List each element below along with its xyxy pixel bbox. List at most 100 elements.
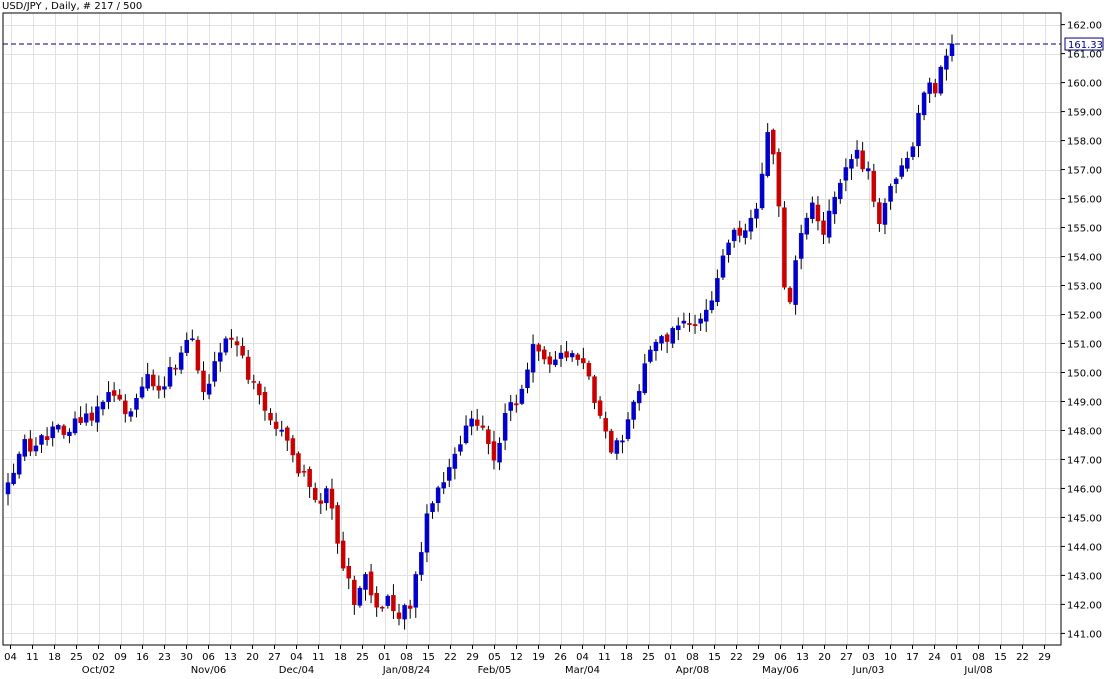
x-day-label: 15 [994, 652, 1007, 663]
x-axis: 04 11 18 25 02 09 16 23 30 06 13 20 27 04 11 18 25 01 08 15… [4, 645, 1051, 676]
candle-body [44, 436, 50, 440]
x-day-label: 19 [532, 652, 545, 663]
candle-body [916, 113, 921, 147]
x-day-label: 11 [26, 652, 39, 663]
candle-body [692, 324, 698, 326]
candle-body [530, 344, 536, 373]
candle-body [899, 165, 904, 177]
x-month-label: Apr/08 [676, 665, 709, 676]
candle-body [50, 426, 55, 439]
candle-body [653, 341, 659, 352]
x-day-label: 06 [202, 652, 215, 663]
candle-body [346, 566, 351, 579]
candle-body [324, 488, 329, 504]
candle-body [648, 349, 653, 362]
candle-body [72, 418, 78, 434]
candle-body [195, 339, 201, 371]
candle-body [787, 287, 793, 303]
candle-body [871, 170, 877, 202]
candle-body [838, 182, 843, 199]
candle-body [212, 361, 217, 382]
y-tick-label: 148.00 [1067, 426, 1102, 437]
candle-body [435, 487, 441, 504]
candle-body [804, 217, 810, 235]
candle-body [223, 338, 229, 353]
x-day-label: 01 [950, 652, 963, 663]
candle-body [296, 453, 301, 474]
candle-body [56, 425, 61, 430]
candle-body [609, 430, 614, 453]
candle-body [430, 503, 435, 513]
x-day-label: 22 [444, 652, 457, 663]
candle-body [703, 309, 709, 322]
candle-body [206, 383, 212, 395]
x-day-label: 20 [818, 652, 831, 663]
candle-body [134, 397, 139, 410]
candle-body [100, 401, 106, 410]
grid [3, 13, 1061, 645]
candle-body [514, 403, 519, 406]
candle-body [715, 278, 720, 303]
candle-body [536, 344, 541, 352]
x-day-label: 27 [840, 652, 853, 663]
candle-body [832, 196, 837, 215]
candle-body [352, 579, 357, 605]
candle-body [5, 482, 11, 495]
candle-body [541, 349, 547, 360]
candle-body [614, 440, 620, 454]
candle-body [251, 381, 257, 383]
candle-body [329, 488, 335, 509]
candle-body [11, 472, 16, 484]
candle-body [178, 352, 184, 370]
candle-body [363, 574, 368, 590]
candle-body [865, 168, 871, 172]
x-month-label: May/06 [762, 665, 799, 676]
candle-body [28, 438, 33, 452]
candle-body [843, 167, 849, 181]
candle-body [743, 230, 748, 238]
x-day-label: 16 [136, 652, 149, 663]
candle-body [89, 412, 95, 421]
candle-body [932, 82, 938, 94]
candle-body [659, 336, 664, 344]
candle-body [860, 150, 865, 170]
candle-body [771, 129, 776, 155]
candle-body [229, 337, 234, 340]
x-day-label: 08 [686, 652, 699, 663]
y-tick-label: 142.00 [1067, 600, 1102, 611]
x-month-label: Jun/03 [852, 665, 885, 676]
candle-body [391, 595, 396, 612]
candle-body [268, 413, 273, 421]
y-tick-label: 162.00 [1067, 21, 1102, 32]
x-day-label: 08 [400, 652, 413, 663]
candle-body [586, 363, 592, 377]
candle-body [720, 255, 726, 278]
candle-body [949, 43, 955, 57]
candle-body [447, 467, 452, 481]
x-day-label: 25 [356, 652, 369, 663]
candle-body [117, 394, 122, 400]
y-tick-label: 156.00 [1067, 195, 1102, 206]
x-day-label: 04 [576, 652, 589, 663]
candle-body [257, 383, 262, 396]
candle-body [67, 431, 72, 436]
x-day-label: 29 [1038, 652, 1051, 663]
candle-body [670, 328, 675, 344]
x-day-label: 06 [774, 652, 787, 663]
candle-body [525, 369, 530, 389]
candle-body [262, 392, 268, 411]
last-price-badge: 161.33 [1064, 37, 1104, 51]
x-day-label: 15 [708, 652, 721, 663]
x-day-label: 11 [312, 652, 325, 663]
y-tick-label: 143.00 [1067, 571, 1102, 582]
candle-body [910, 146, 916, 157]
x-day-label: 17 [906, 652, 919, 663]
candle-body [357, 587, 363, 606]
candle-body [279, 429, 284, 432]
x-day-label: 09 [114, 652, 127, 663]
candle-body [882, 202, 888, 225]
x-month-label: Oct/02 [82, 665, 115, 676]
candle-body [893, 178, 899, 184]
x-month-label: Feb/05 [478, 665, 512, 676]
y-tick-label: 161.00 [1067, 50, 1102, 61]
